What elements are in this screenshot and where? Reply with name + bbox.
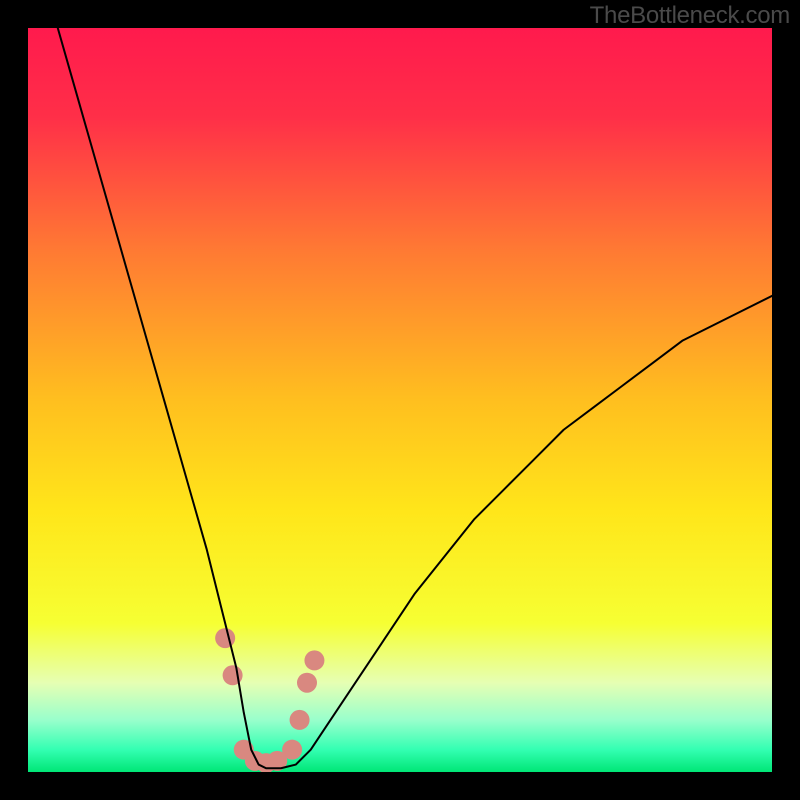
highlight-dot — [304, 650, 324, 670]
highlight-dot — [297, 673, 317, 693]
watermark-text: TheBottleneck.com — [590, 2, 790, 30]
highlight-dot — [215, 628, 235, 648]
gradient-background — [28, 28, 772, 772]
highlight-dot — [282, 740, 302, 760]
highlight-dot — [290, 710, 310, 730]
chart-frame: TheBottleneck.com — [0, 0, 800, 800]
bottleneck-chart — [28, 28, 772, 772]
